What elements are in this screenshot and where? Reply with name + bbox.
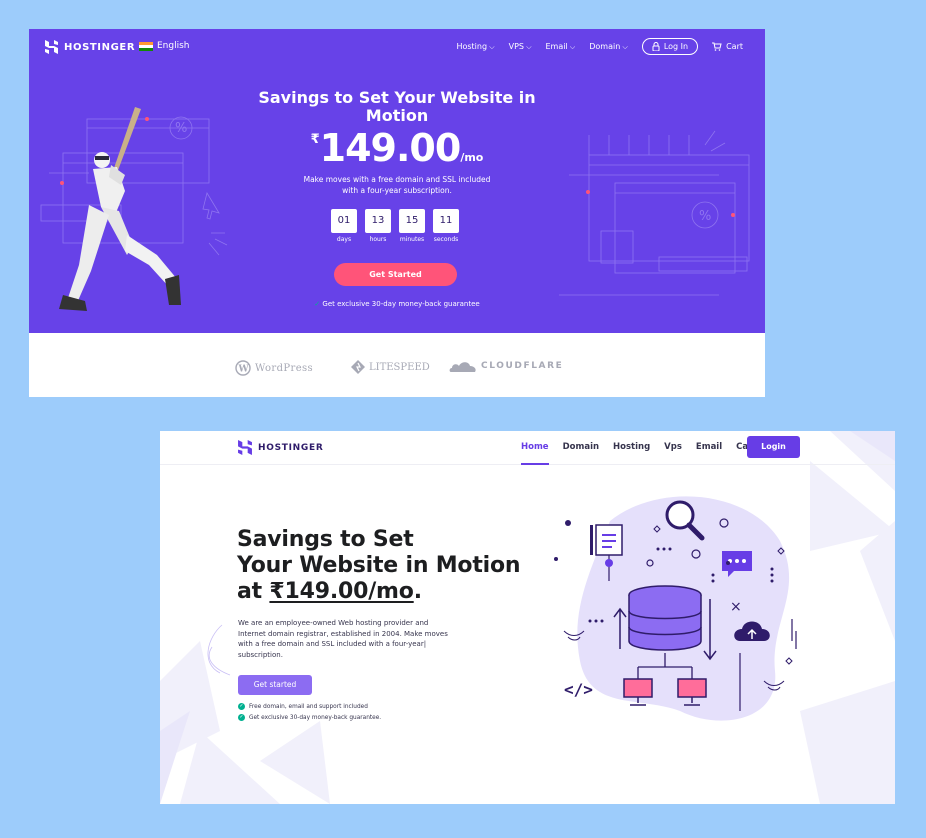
countdown-value: 13 xyxy=(365,209,391,233)
get-started-button[interactable]: Get Started xyxy=(334,263,457,286)
nav-domain[interactable]: Domain xyxy=(589,42,628,52)
get-started-button-2[interactable]: Get started xyxy=(238,675,312,695)
wordpress-logo: W WordPress xyxy=(235,360,313,376)
database-icon xyxy=(628,585,702,651)
check-circle-icon: ✓ xyxy=(238,703,245,710)
hero-screenshot-1: % % HOSTINGER English Hosting ⌵ VPS ⌵ Em… xyxy=(29,29,765,397)
hostinger-logo-icon xyxy=(45,40,58,54)
main-menu: Hosting VPS Email Domain Log In Cart xyxy=(456,38,743,55)
countdown-label: minutes xyxy=(399,236,425,243)
check-circle-icon: ✓ xyxy=(238,714,245,721)
close-icon: × xyxy=(730,599,742,615)
hero-title-price: ₹149.00/mo xyxy=(269,579,414,604)
countdown-hours: 13 hours xyxy=(365,209,391,243)
check-icon: ✓ xyxy=(314,300,321,308)
hero-description: We are an employee-owned Web hosting pro… xyxy=(238,618,460,660)
brand-name: HOSTINGER xyxy=(64,41,136,53)
countdown-label: days xyxy=(336,236,352,243)
nav-email[interactable]: Email xyxy=(696,442,722,452)
guarantee-note: ✓ Get exclusive 30-day money-back guaran… xyxy=(29,300,765,308)
hero-title-line-3: at ₹149.00/mo. xyxy=(237,579,520,605)
nav-home[interactable]: Home xyxy=(521,442,549,465)
countdown-value: 15 xyxy=(399,209,425,233)
description-line-2: Internet domain registrar, established i… xyxy=(238,629,448,638)
description-line-3: with a free domain and SSL included with… xyxy=(238,640,427,648)
price-currency: ₹ xyxy=(310,132,320,147)
nav-hosting[interactable]: Hosting xyxy=(456,42,494,52)
code-icon: </> xyxy=(564,680,593,699)
top-navbar: HOSTINGER English Hosting VPS Email Doma… xyxy=(29,29,765,65)
login-button[interactable]: Log In xyxy=(641,38,699,55)
litespeed-label: LITESPEED xyxy=(369,361,430,373)
nav-vps[interactable]: Vps xyxy=(664,442,682,452)
hero-screenshot-2: HOSTINGER Home Domain Hosting Vps Email … xyxy=(160,431,895,804)
svg-text:%: % xyxy=(699,209,711,224)
litespeed-logo: LITESPEED xyxy=(351,360,430,374)
hero-subtitle: Make moves with a free domain and SSL in… xyxy=(29,174,765,196)
partners-strip: W WordPress LITESPEED CLOUDFLARE xyxy=(29,333,765,397)
login-button-2[interactable]: Login xyxy=(747,436,800,458)
svg-text:W: W xyxy=(238,365,250,375)
hero-subtitle-line-1: Make moves with a free domain and SSL in… xyxy=(303,175,491,184)
countdown-label: hours xyxy=(369,236,387,243)
lock-icon xyxy=(652,42,660,51)
main-menu-2: Home Domain Hosting Vps Email Cart xyxy=(521,442,756,465)
language-label: English xyxy=(157,41,190,51)
cloudflare-label: CLOUDFLARE xyxy=(481,361,564,371)
feature-bullet: ✓ Free domain, email and support include… xyxy=(238,703,368,710)
feature-bullet-text: Free domain, email and support included xyxy=(249,703,368,710)
top-navbar-2: HOSTINGER Home Domain Hosting Vps Email … xyxy=(160,431,895,465)
login-label: Log In xyxy=(663,42,689,51)
hero-title-line-1: Savings to Set Your Website in xyxy=(258,88,536,107)
hostinger-logo[interactable]: HOSTINGER xyxy=(45,40,135,54)
wordpress-label: WordPress xyxy=(255,362,314,374)
countdown-minutes: 15 minutes xyxy=(399,209,425,243)
hero-title-line-2: Motion xyxy=(365,106,429,125)
hero-subtitle-line-2: with a four-year subscription. xyxy=(342,186,452,195)
language-selector[interactable]: English xyxy=(139,41,190,51)
hero-title-line-1: Savings to Set xyxy=(237,527,414,552)
guarantee-text: Get exclusive 30-day money-back guarante… xyxy=(322,300,480,308)
countdown-value: 01 xyxy=(331,209,357,233)
price-amount: 149.00 xyxy=(319,126,462,170)
hero-title-prefix: at xyxy=(237,579,270,604)
feature-bullet-text: Get exclusive 30-day money-back guarante… xyxy=(249,714,382,721)
india-flag-icon xyxy=(139,41,153,51)
hero-title: Savings to Set Your Website in Motion xyxy=(29,89,765,125)
hero-title-line-2: Your Website in Motion xyxy=(237,553,521,578)
hero-title-2: Savings to Set Your Website in Motion at… xyxy=(237,527,521,605)
countdown-days: 01 days xyxy=(331,209,357,243)
cart-link[interactable]: Cart xyxy=(712,42,743,51)
price: ₹149.00/mo xyxy=(29,126,765,170)
hostinger-logo-2[interactable]: HOSTINGER xyxy=(238,440,323,455)
nav-hosting[interactable]: Hosting xyxy=(613,442,650,452)
litespeed-icon xyxy=(351,360,365,374)
countdown-label: seconds xyxy=(433,236,459,243)
cloudflare-icon xyxy=(449,362,476,372)
countdown-timer: 01 days 13 hours 15 minutes 11 seconds xyxy=(331,209,459,243)
brand-name: HOSTINGER xyxy=(258,442,324,453)
description-line-4: subscription. xyxy=(238,650,283,659)
server-network-illustration: </> × xyxy=(554,496,797,721)
feature-bullet: ✓ Get exclusive 30-day money-back guaran… xyxy=(238,714,381,721)
cart-icon xyxy=(712,42,722,51)
countdown-value: 11 xyxy=(433,209,459,233)
price-period: /mo xyxy=(460,151,484,164)
hero-title-suffix: . xyxy=(413,579,422,604)
hostinger-logo-icon xyxy=(238,440,252,455)
nav-vps[interactable]: VPS xyxy=(509,42,532,52)
countdown-seconds: 11 seconds xyxy=(433,209,459,243)
cloudflare-logo: CLOUDFLARE xyxy=(449,360,563,372)
wordpress-icon: W xyxy=(235,360,251,376)
description-line-1: We are an employee-owned Web hosting pro… xyxy=(238,619,429,627)
nav-domain[interactable]: Domain xyxy=(563,442,599,452)
cart-label: Cart xyxy=(726,42,743,51)
nav-email[interactable]: Email xyxy=(546,42,576,52)
